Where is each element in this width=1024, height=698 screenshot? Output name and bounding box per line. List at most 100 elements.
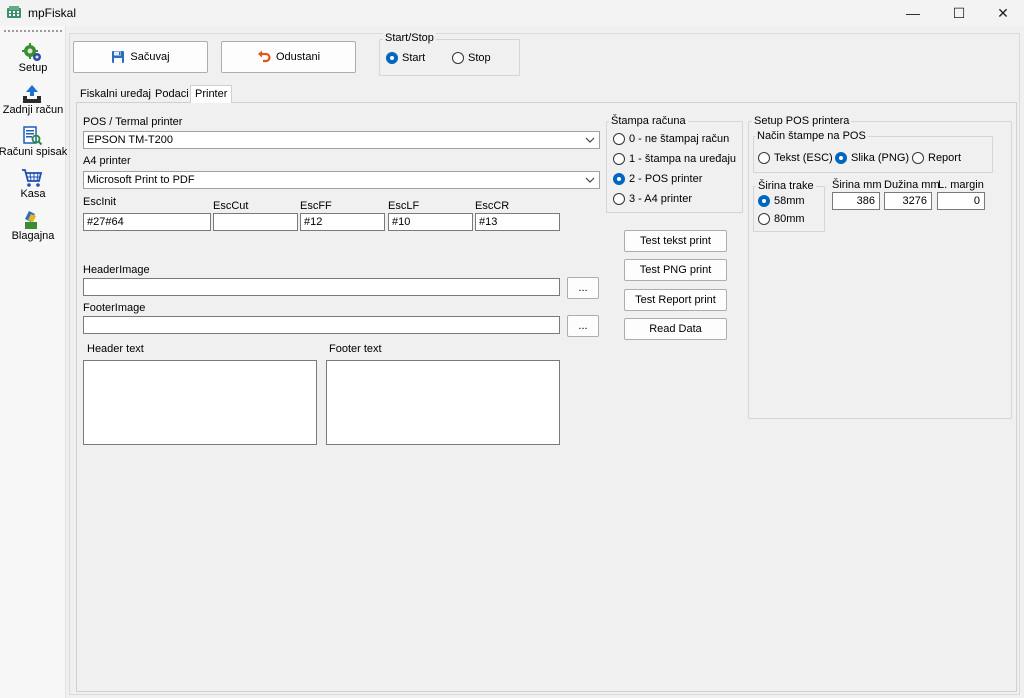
footer-text-label: Footer text	[329, 343, 382, 355]
header-text-label: Header text	[87, 343, 144, 355]
sirina-trake-legend: Širina trake	[756, 180, 816, 192]
stampa-option-3[interactable]: 3 - A4 printer	[613, 193, 692, 205]
l-margin-input[interactable]: 0	[937, 192, 985, 210]
escff-input[interactable]: #12	[300, 213, 385, 231]
stampa-option-label: 2 - POS printer	[629, 173, 703, 185]
mode-option-report[interactable]: Report	[912, 152, 961, 164]
radio-selected	[835, 152, 847, 164]
pos-printer-select[interactable]: EPSON TM-T200	[83, 131, 600, 149]
save-button-label: Sačuvaj	[130, 51, 170, 63]
header-image-browse-button[interactable]: ...	[567, 277, 599, 299]
sidebar-divider	[4, 30, 62, 32]
window-title: mpFiskal	[28, 6, 77, 20]
upload-tray-icon	[23, 85, 41, 103]
chevron-down-icon	[585, 137, 595, 143]
app-icon	[7, 6, 21, 18]
esccr-input[interactable]: #13	[475, 213, 560, 231]
radio-unselected	[613, 193, 625, 205]
setup-pos-legend: Setup POS printera	[752, 115, 852, 127]
stop-radio[interactable]: Stop	[452, 52, 491, 64]
test-tekst-print-button[interactable]: Test tekst print	[624, 230, 727, 252]
esclf-label: EscLF	[388, 200, 420, 212]
stampa-option-1[interactable]: 1 - štampa na uređaju	[613, 153, 736, 165]
footer-text-area[interactable]	[326, 360, 560, 445]
pos-printer-label: POS / Termal printer	[83, 116, 183, 128]
shopping-cart-icon	[22, 169, 43, 187]
footer-image-input[interactable]	[83, 316, 560, 334]
test-png-print-button[interactable]: Test PNG print	[624, 259, 727, 281]
gears-icon	[22, 43, 41, 61]
radio-selected	[386, 52, 398, 64]
nacin-stampe-legend: Način štampe na POS	[755, 130, 868, 142]
mode-option-tekst[interactable]: Tekst (ESC)	[758, 152, 833, 164]
stampa-racuna-legend: Štampa računa	[609, 115, 688, 127]
read-data-button[interactable]: Read Data	[624, 318, 727, 340]
document-search-icon	[23, 126, 43, 146]
duzina-mm-label: Dužina mm	[884, 179, 940, 191]
sidebar-item-racuni-spisak[interactable]: Računi spisak	[0, 124, 67, 164]
header-text-area[interactable]	[83, 360, 317, 445]
escff-label: EscFF	[300, 200, 332, 212]
stampa-option-2[interactable]: 2 - POS printer	[613, 173, 702, 185]
tab-printer[interactable]: Printer	[190, 85, 233, 103]
stampa-option-label: 1 - štampa na uređaju	[629, 153, 737, 165]
stampa-option-0[interactable]: 0 - ne štampaj račun	[613, 133, 729, 145]
sidebar-item-label: Blagajna	[11, 230, 55, 242]
mode-option-label: Report	[928, 152, 962, 164]
a4-printer-value: Microsoft Print to PDF	[87, 174, 195, 186]
footer-image-label: FooterImage	[83, 302, 146, 314]
width-option-80mm[interactable]: 80mm	[758, 213, 805, 225]
cancel-button[interactable]: Odustani	[221, 41, 356, 73]
mode-option-label: Tekst (ESC)	[774, 152, 833, 164]
a4-printer-select[interactable]: Microsoft Print to PDF	[83, 171, 600, 189]
sidebar-item-kasa[interactable]: Kasa	[0, 166, 66, 206]
header-image-input[interactable]	[83, 278, 560, 296]
pos-printer-value: EPSON TM-T200	[87, 134, 173, 146]
maximize-button[interactable]: ☐	[936, 0, 982, 26]
cash-register-icon	[25, 211, 37, 229]
sidebar: Setup Zadnji račun Računi spisak Kasa Bl…	[0, 26, 67, 698]
a4-printer-label: A4 printer	[83, 155, 131, 167]
minimize-button[interactable]: —	[890, 0, 936, 26]
start-radio-label: Start	[402, 52, 426, 64]
radio-unselected	[758, 213, 770, 225]
start-radio[interactable]: Start	[386, 52, 425, 64]
width-option-58mm[interactable]: 58mm	[758, 195, 805, 207]
mode-option-label: Slika (PNG)	[851, 152, 910, 164]
radio-unselected	[613, 153, 625, 165]
stop-radio-label: Stop	[468, 52, 491, 64]
sidebar-item-label: Setup	[18, 62, 48, 74]
sidebar-item-setup[interactable]: Setup	[0, 40, 66, 80]
test-report-print-button[interactable]: Test Report print	[624, 289, 727, 311]
sidebar-item-label: Kasa	[20, 188, 46, 200]
mode-option-slika[interactable]: Slika (PNG)	[835, 152, 909, 164]
sidebar-item-blagajna[interactable]: Blagajna	[0, 208, 66, 248]
sirina-mm-input[interactable]: 386	[832, 192, 880, 210]
sidebar-item-label: Zadnji račun	[2, 104, 64, 116]
floppy-disk-icon	[112, 51, 125, 63]
esclf-input[interactable]: #10	[388, 213, 473, 231]
l-margin-label: L. margin	[938, 179, 984, 191]
sidebar-item-label: Računi spisak	[0, 146, 68, 158]
radio-unselected	[613, 133, 625, 145]
cancel-button-label: Odustani	[275, 51, 321, 63]
duzina-mm-input[interactable]: 3276	[884, 192, 932, 210]
close-button[interactable]: ✕	[980, 0, 1024, 26]
footer-image-browse-button[interactable]: ...	[567, 315, 599, 337]
start-stop-legend: Start/Stop	[383, 32, 436, 44]
radio-unselected	[452, 52, 464, 64]
escinit-input[interactable]: #27#64	[83, 213, 211, 231]
tab-fiskalni-uredjaj[interactable]: Fiskalni uređaj	[76, 86, 155, 103]
tab-podaci[interactable]: Podaci	[151, 86, 193, 103]
stampa-option-label: 3 - A4 printer	[629, 193, 692, 205]
esccut-input[interactable]	[213, 213, 298, 231]
width-option-label: 80mm	[774, 213, 805, 225]
sidebar-item-zadnji-racun[interactable]: Zadnji račun	[0, 82, 66, 122]
save-button[interactable]: Sačuvaj	[73, 41, 208, 73]
header-image-label: HeaderImage	[83, 264, 150, 276]
esccut-label: EscCut	[213, 200, 249, 212]
stampa-option-label: 0 - ne štampaj račun	[629, 133, 730, 145]
radio-selected	[758, 195, 770, 207]
radio-selected	[613, 173, 625, 185]
chevron-down-icon	[585, 177, 595, 183]
